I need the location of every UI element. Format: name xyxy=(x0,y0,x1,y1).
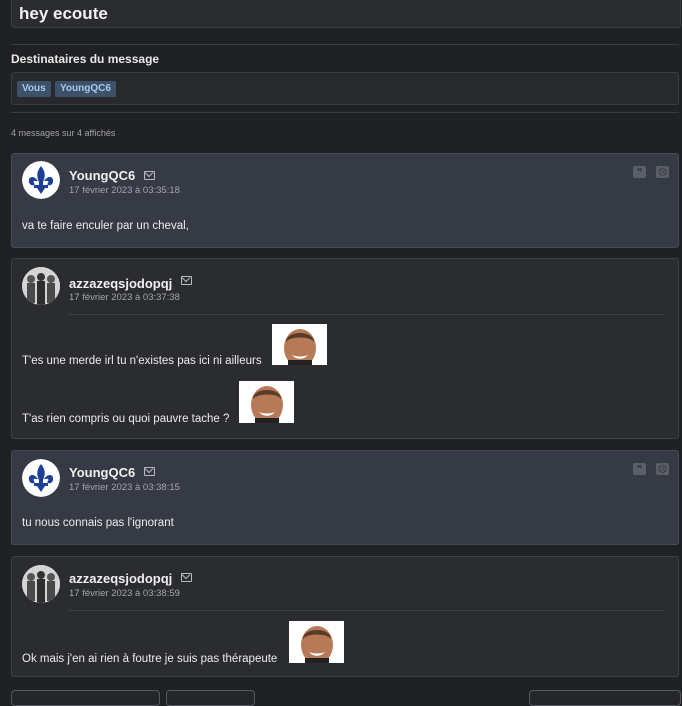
message-card: azzazeqsjodopqj 17 février 2023 à 03:37:… xyxy=(11,258,679,439)
avatar[interactable] xyxy=(22,459,60,497)
mail-icon[interactable] xyxy=(144,467,155,476)
message-date: 17 février 2023 à 03:37:38 xyxy=(69,292,180,303)
subject-title: hey ecoute xyxy=(19,4,108,23)
message-card: YoungQC6 17 février 2023 à 03:38:15 ❞ ☹ … xyxy=(11,450,679,545)
message-author[interactable]: YoungQC6 xyxy=(69,465,135,480)
divider xyxy=(11,112,679,113)
quote-icon[interactable]: ❞ xyxy=(633,166,646,178)
divider xyxy=(69,610,664,611)
avatar[interactable] xyxy=(22,267,60,305)
message-text: T'as rien compris ou quoi pauvre tache ? xyxy=(22,413,230,425)
mail-icon[interactable] xyxy=(144,171,155,180)
pagination-button[interactable] xyxy=(11,690,160,706)
avatar[interactable] xyxy=(22,161,60,199)
pagination-button[interactable] xyxy=(166,690,255,706)
message-author[interactable]: YoungQC6 xyxy=(69,168,135,183)
quote-icon[interactable]: ❞ xyxy=(633,463,646,475)
smiley-image xyxy=(289,621,344,663)
message-text: T'es une merde irl tu n'existes pas ici … xyxy=(22,355,262,367)
message-text: va te faire enculer par un cheval, xyxy=(22,220,189,232)
message-card: YoungQC6 17 février 2023 à 03:35:18 ❞ ☹ … xyxy=(11,153,679,248)
mail-icon[interactable] xyxy=(181,573,192,582)
message-text: tu nous connais pas l'ignorant xyxy=(22,517,174,529)
report-icon[interactable]: ☹ xyxy=(656,463,669,475)
reply-button[interactable] xyxy=(529,690,681,706)
message-date: 17 février 2023 à 03:35:18 xyxy=(69,185,180,196)
subject-field: hey ecoute xyxy=(11,0,681,28)
message-date: 17 février 2023 à 03:38:15 xyxy=(69,482,180,493)
group-photo xyxy=(22,267,60,305)
report-icon[interactable]: ☹ xyxy=(656,166,669,178)
message-author[interactable]: azzazeqsjodopqj xyxy=(69,276,172,291)
fleur-de-lis-icon xyxy=(22,459,60,497)
mail-icon[interactable] xyxy=(181,276,192,285)
recipients-label: Destinataires du message xyxy=(11,52,160,66)
fleur-de-lis-icon xyxy=(22,161,60,199)
message-count: 4 messages sur 4 affichés xyxy=(11,128,116,138)
message-author[interactable]: azzazeqsjodopqj xyxy=(69,571,172,586)
recipients-box: Vous YoungQC6 xyxy=(11,72,679,105)
smiley-image xyxy=(239,381,294,423)
divider xyxy=(69,314,664,315)
smiley-image xyxy=(272,324,327,365)
avatar[interactable] xyxy=(22,565,60,603)
recipient-chip[interactable]: YoungQC6 xyxy=(55,81,116,97)
message-text: Ok mais j'en ai rien à foutre je suis pa… xyxy=(22,653,278,665)
divider xyxy=(11,44,679,45)
group-photo xyxy=(22,565,60,603)
recipient-chip[interactable]: Vous xyxy=(17,81,51,97)
message-date: 17 février 2023 à 03:38:59 xyxy=(69,588,180,599)
message-card: azzazeqsjodopqj 17 février 2023 à 03:38:… xyxy=(11,556,679,677)
